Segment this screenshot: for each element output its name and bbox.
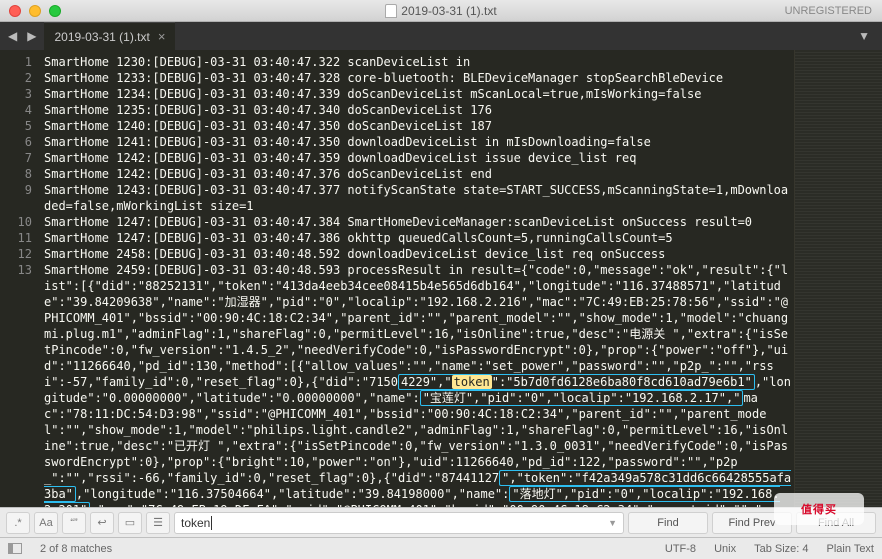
find-panel: .* Aa “” ↩ ▭ ☰ token ▼ Find Find Prev Fi… xyxy=(0,507,882,537)
find-all-button[interactable]: Find All xyxy=(796,512,876,534)
window-title: 2019-03-31 (1).txt xyxy=(0,4,882,18)
tab-bar: ◀ ▶ 2019-03-31 (1).txt × ▼ xyxy=(0,22,882,50)
status-matches: 2 of 8 matches xyxy=(40,543,112,555)
find-case-button[interactable]: Aa xyxy=(34,512,58,534)
maximize-window-button[interactable] xyxy=(49,5,61,17)
find-prev-button[interactable]: Find Prev xyxy=(712,512,792,534)
document-icon xyxy=(385,4,397,18)
code-area[interactable]: SmartHome 1230:[DEBUG]-03-31 03:40:47.32… xyxy=(38,50,794,507)
status-line-endings[interactable]: Unix xyxy=(714,543,736,555)
find-inselection-button[interactable]: ▭ xyxy=(118,512,142,534)
tab-label: 2019-03-31 (1).txt xyxy=(54,30,149,44)
tab-close-icon[interactable]: × xyxy=(158,29,166,44)
minimize-window-button[interactable] xyxy=(29,5,41,17)
line-number-gutter: 12345678910111213 xyxy=(0,50,38,507)
find-highlight-button[interactable]: ☰ xyxy=(146,512,170,534)
status-bar: 2 of 8 matches UTF-8 Unix Tab Size: 4 Pl… xyxy=(0,537,882,559)
status-syntax[interactable]: Plain Text xyxy=(827,543,875,555)
window-controls xyxy=(9,5,61,17)
find-input-value: token xyxy=(181,516,210,530)
window-title-text: 2019-03-31 (1).txt xyxy=(401,4,496,18)
find-wrap-button[interactable]: ↩ xyxy=(90,512,114,534)
find-quotes-button[interactable]: “” xyxy=(62,512,86,534)
editor: 12345678910111213 SmartHome 1230:[DEBUG]… xyxy=(0,50,882,507)
nav-forward-icon[interactable]: ▶ xyxy=(27,29,36,43)
side-panel-icon[interactable] xyxy=(8,543,22,554)
minimap[interactable] xyxy=(794,50,882,507)
window-titlebar: 2019-03-31 (1).txt UNREGISTERED xyxy=(0,0,882,22)
status-encoding[interactable]: UTF-8 xyxy=(665,543,696,555)
status-tab-size[interactable]: Tab Size: 4 xyxy=(754,543,808,555)
close-window-button[interactable] xyxy=(9,5,21,17)
find-button[interactable]: Find xyxy=(628,512,708,534)
nav-back-icon[interactable]: ◀ xyxy=(8,29,17,43)
unregistered-label: UNREGISTERED xyxy=(785,5,872,17)
find-history-icon[interactable]: ▼ xyxy=(608,518,617,528)
tab-active[interactable]: 2019-03-31 (1).txt × xyxy=(44,22,175,50)
find-regex-button[interactable]: .* xyxy=(6,512,30,534)
tab-overflow-icon[interactable]: ▼ xyxy=(858,29,870,43)
find-input[interactable]: token ▼ xyxy=(174,512,624,534)
